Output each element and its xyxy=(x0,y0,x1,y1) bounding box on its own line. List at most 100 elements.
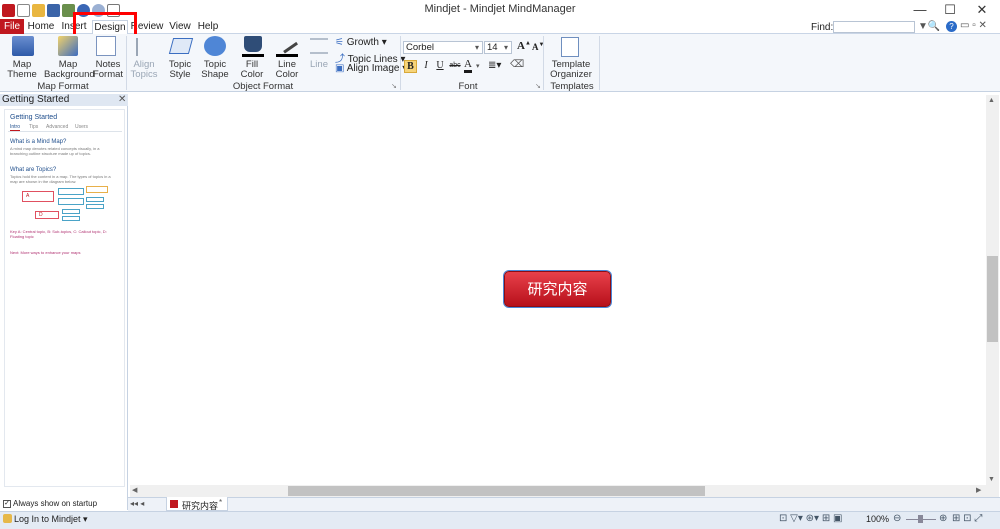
q1-text: A mind map denotes related concepts visu… xyxy=(10,146,100,156)
diagram-subtopic xyxy=(62,209,80,214)
diagram-subtopic xyxy=(86,204,104,209)
fit-map-icon[interactable]: ⊞ ⊡ ⤢ xyxy=(952,513,982,524)
topic-style-button[interactable]: Topic Style xyxy=(162,60,198,80)
align-image-button[interactable]: ▣ Align Image ▾ xyxy=(335,63,407,74)
clear-format-icon[interactable]: ⌫ xyxy=(510,59,524,70)
fill-color-swatch xyxy=(242,54,264,57)
tab-home[interactable]: Home xyxy=(26,20,56,34)
panel-title: Getting Started xyxy=(10,114,58,121)
group-font: Font xyxy=(458,81,478,92)
diagram-subtopic xyxy=(58,188,84,195)
zoom-slider-thumb[interactable] xyxy=(918,515,923,523)
align-image-icon: ▣ xyxy=(335,63,345,74)
document-tab-modified: * xyxy=(219,498,223,507)
font-name-select[interactable]: Corbel xyxy=(403,41,483,54)
document-icon xyxy=(170,500,178,508)
text-align-icon[interactable]: ≣▾ xyxy=(488,60,501,71)
file-tab[interactable]: File xyxy=(0,19,24,34)
group-object-format: Object Format xyxy=(232,81,294,92)
map-theme-icon[interactable] xyxy=(12,36,34,56)
map-theme-button[interactable]: Map Theme xyxy=(2,60,42,80)
tab-help[interactable]: Help xyxy=(196,20,220,34)
growth-label: Growth xyxy=(346,37,379,48)
getting-started-content xyxy=(4,109,125,487)
login-label: Log In to Mindjet xyxy=(14,514,81,524)
diagram-callout xyxy=(86,186,108,193)
font-name-dropdown-icon[interactable]: ▾ xyxy=(475,41,479,54)
tab-nav-icon[interactable]: ◂◂ ◂ xyxy=(130,499,144,508)
subtab-advanced[interactable]: Advanced xyxy=(46,124,68,130)
subtab-tips[interactable]: Tips xyxy=(29,124,38,130)
close-button[interactable]: ✕ xyxy=(966,0,998,20)
subtab-intro[interactable]: Intro xyxy=(10,124,21,131)
italic-button[interactable]: I xyxy=(420,60,432,71)
always-show-checkbox[interactable]: ✓ xyxy=(3,500,11,508)
login-button[interactable]: Log In to Mindjet ▾ xyxy=(14,514,88,525)
topic-shape-button[interactable]: Topic Shape xyxy=(196,60,234,80)
scroll-left-icon[interactable]: ◀ xyxy=(132,486,137,494)
align-topics-icon xyxy=(136,38,154,56)
topic-shape-icon[interactable] xyxy=(204,36,226,56)
document-tab-bar xyxy=(128,497,1000,511)
object-format-launcher-icon[interactable]: ↘ xyxy=(391,82,397,90)
fill-color-button[interactable]: Fill Color xyxy=(234,60,270,80)
template-organizer-icon[interactable] xyxy=(561,37,579,57)
next-link[interactable]: Next: More ways to enhance your maps xyxy=(10,250,118,255)
horizontal-scroll-thumb[interactable] xyxy=(288,486,705,496)
template-organizer-button[interactable]: Template Organizer xyxy=(544,60,598,80)
diagram-subtopic xyxy=(62,216,80,221)
tab-view[interactable]: View xyxy=(168,20,192,34)
status-tools-icon[interactable]: ⊡ ▽▾ ⊛▾ ⊞ ▣ xyxy=(779,513,842,524)
notes-format-icon[interactable] xyxy=(96,36,116,56)
underline-button[interactable]: U xyxy=(434,60,446,71)
q2-heading: What are Topics? xyxy=(10,167,57,173)
minimize-button[interactable]: — xyxy=(904,0,936,20)
growth-button[interactable]: ⚟ Growth ▾ xyxy=(335,37,387,48)
fill-color-icon[interactable] xyxy=(244,36,262,52)
map-background-icon[interactable] xyxy=(58,36,78,56)
subtab-users[interactable]: Users xyxy=(75,124,88,130)
zoom-out-icon[interactable]: ⊖ xyxy=(893,513,901,524)
align-topics-button[interactable]: Align Topics xyxy=(126,60,162,80)
status-bar xyxy=(0,511,1000,529)
diagram-subtopic xyxy=(58,198,84,205)
font-launcher-icon[interactable]: ↘ xyxy=(535,82,541,90)
strikethrough-button[interactable]: abc xyxy=(447,62,463,69)
scroll-up-icon[interactable]: ▲ xyxy=(988,97,995,104)
find-input[interactable] xyxy=(833,21,915,33)
line-color-swatch xyxy=(276,54,298,57)
central-topic[interactable]: 研究内容 xyxy=(504,271,611,307)
zoom-in-icon[interactable]: ⊕ xyxy=(939,513,947,524)
line-button[interactable]: Line xyxy=(306,60,332,70)
binoculars-icon[interactable]: ▼🔍 xyxy=(918,21,940,32)
scroll-right-icon[interactable]: ▶ xyxy=(976,486,981,494)
group-templates: Templates xyxy=(550,81,594,92)
help-circle-icon[interactable]: ? xyxy=(946,21,957,32)
zoom-level[interactable]: 100% xyxy=(866,514,889,524)
topic-style-icon[interactable] xyxy=(168,38,194,54)
font-color-icon[interactable]: A xyxy=(464,59,472,73)
diagram-central-topic: A xyxy=(22,191,54,202)
diagram-key: Key A: Central topic, B: Sub-topics, C: … xyxy=(10,229,107,239)
maximize-button[interactable]: ☐ xyxy=(934,0,966,20)
divider xyxy=(8,131,122,132)
group-separator xyxy=(599,36,600,90)
align-image-label: Align Image xyxy=(346,63,400,74)
pane-close-icon[interactable]: ✕ xyxy=(118,94,126,105)
bold-button[interactable]: B xyxy=(404,60,417,73)
line-color-button[interactable]: Line Color xyxy=(268,60,306,80)
notes-format-button[interactable]: Notes Format xyxy=(92,60,124,80)
ribbon-window-controls[interactable]: ▭ ▫ ✕ xyxy=(960,20,987,31)
login-icon xyxy=(3,514,12,523)
diagram-subtopic xyxy=(86,197,104,202)
window-title: Mindjet - Mindjet MindManager xyxy=(424,3,576,15)
font-color-dropdown-icon[interactable]: ▾ xyxy=(476,62,480,70)
group-map-format: Map Format xyxy=(37,81,89,92)
font-size-dropdown-icon[interactable]: ▾ xyxy=(504,41,508,54)
map-background-button[interactable]: Map Background xyxy=(44,60,95,80)
pane-header: Getting Started xyxy=(0,94,128,106)
scroll-down-icon[interactable]: ▼ xyxy=(988,476,995,483)
growth-icon: ⚟ xyxy=(335,37,344,48)
grow-font-icon[interactable]: A▲ xyxy=(517,40,531,52)
vertical-scroll-thumb[interactable] xyxy=(987,256,998,342)
